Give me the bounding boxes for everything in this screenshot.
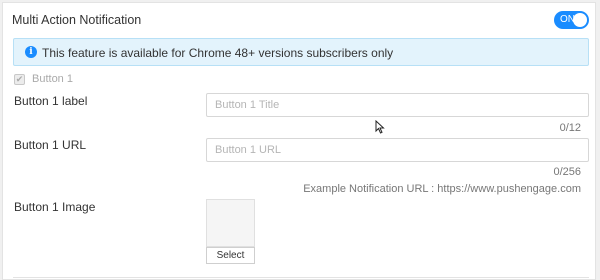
section-title: Multi Action Notification — [12, 13, 142, 27]
info-banner: i This feature is available for Chrome 4… — [13, 38, 589, 66]
button1-url-label: Button 1 URL — [14, 138, 87, 152]
mouse-cursor-icon — [375, 120, 385, 134]
button1-image-label: Button 1 Image — [14, 200, 96, 214]
multi-action-toggle[interactable]: ON — [554, 11, 589, 29]
button1-url-counter: 0/256 — [553, 166, 581, 178]
button1-image-select-button[interactable]: Select — [206, 247, 255, 264]
multi-action-panel: Multi Action Notification ON i This feat… — [2, 2, 596, 280]
button1-label-label: Button 1 label — [14, 94, 88, 108]
example-url-note: Example Notification URL : https://www.p… — [303, 183, 581, 195]
button1-url-input[interactable] — [206, 138, 589, 162]
button1-title-counter: 0/12 — [559, 122, 581, 134]
button1-checkbox-label: Button 1 — [32, 73, 73, 85]
button1-image-preview — [206, 199, 255, 247]
info-banner-text: This feature is available for Chrome 48+… — [42, 46, 394, 60]
button1-checkbox[interactable]: ✔ — [14, 74, 25, 85]
button1-title-input[interactable] — [206, 93, 589, 117]
info-icon: i — [25, 46, 37, 58]
toggle-knob — [573, 13, 587, 27]
